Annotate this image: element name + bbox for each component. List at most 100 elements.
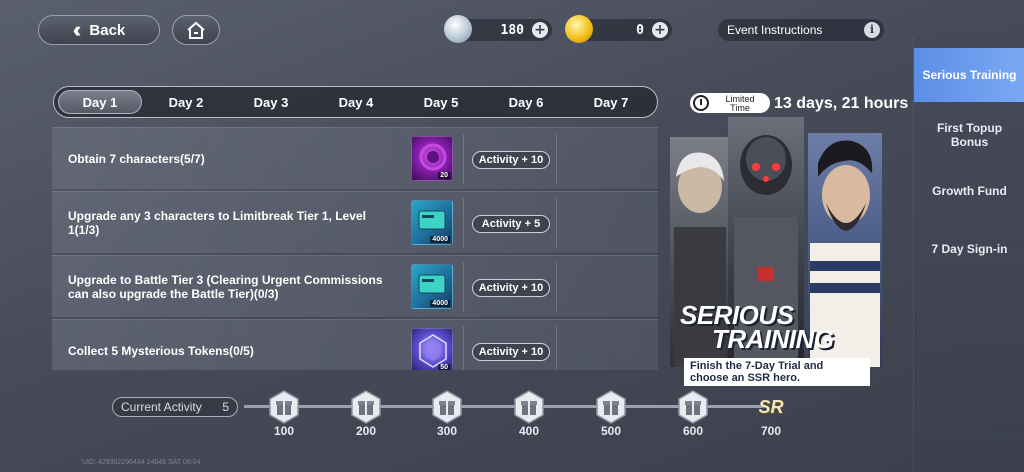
banner-description: Finish the 7-Day Trial and choose an SSR… xyxy=(684,358,870,386)
clock-icon xyxy=(693,95,709,111)
milestone-gift-100[interactable] xyxy=(268,390,300,424)
purple-orb-icon[interactable]: 20 xyxy=(411,136,453,181)
milestone-label: 200 xyxy=(355,424,377,438)
item-quantity: 50 xyxy=(438,364,450,370)
activity-reward: Activity + 10 xyxy=(472,343,550,361)
tab-label: Day 3 xyxy=(253,94,289,110)
current-activity: Current Activity 5 xyxy=(112,397,238,417)
tab-day-6[interactable]: Day 6 xyxy=(484,90,568,114)
sidebar-item-label: First Topup Bonus xyxy=(936,121,1003,149)
current-activity-value: 5 xyxy=(222,400,229,414)
tab-label: Day 7 xyxy=(593,94,629,110)
milestone-gift-600[interactable] xyxy=(677,390,709,424)
back-arrow-icon: ‹‹ xyxy=(72,17,81,42)
home-button[interactable] xyxy=(172,15,220,45)
tab-day-2[interactable]: Day 2 xyxy=(144,90,228,114)
milestone-gift-500[interactable] xyxy=(595,390,627,424)
activity-reward: Activity + 10 xyxy=(472,279,550,297)
milestone-label: 400 xyxy=(518,424,540,438)
event-sidebar: Serious Training First Topup Bonus Growt… xyxy=(913,36,1024,472)
task-row: Upgrade any 3 characters to Limitbreak T… xyxy=(52,191,658,253)
gold-amount: 0 xyxy=(636,22,644,38)
tab-day-5[interactable]: Day 5 xyxy=(399,90,483,114)
divider xyxy=(463,134,464,184)
tab-label: Day 6 xyxy=(508,94,544,110)
ticket-card-icon[interactable]: 4000 xyxy=(411,264,453,309)
task-list[interactable]: Obtain 7 characters(5/7) 20 Activity + 1… xyxy=(52,127,658,370)
event-instructions-button[interactable]: Event Instructions i xyxy=(718,19,884,41)
sidebar-item-7-day-sign-in[interactable]: 7 Day Sign-in xyxy=(914,234,1024,264)
ticket-card-icon[interactable]: 4000 xyxy=(411,200,453,245)
tab-day-1[interactable]: Day 1 xyxy=(58,90,142,114)
task-description: Collect 5 Mysterious Tokens(0/5) xyxy=(68,343,254,358)
sidebar-item-growth-fund[interactable]: Growth Fund xyxy=(914,176,1024,206)
activity-reward: Activity + 5 xyxy=(472,215,550,233)
task-description: Upgrade to Battle Tier 3 (Clearing Urgen… xyxy=(68,272,383,301)
divider xyxy=(463,326,464,370)
divider xyxy=(556,198,557,248)
banner-title-line2: TRAINING xyxy=(712,324,834,354)
tab-label: Day 5 xyxy=(423,94,459,110)
tab-label: Day 2 xyxy=(168,94,204,110)
task-description: Upgrade any 3 characters to Limitbreak T… xyxy=(68,208,366,237)
time-remaining: 13 days, 21 hours xyxy=(774,95,909,112)
day-tabs: Day 1 Day 2 Day 3 Day 4 Day 5 Day 6 Day … xyxy=(53,86,658,118)
gift-icon xyxy=(596,390,626,424)
gift-icon xyxy=(678,390,708,424)
mysterious-cube-icon[interactable]: 50 xyxy=(411,328,453,370)
current-activity-label: Current Activity xyxy=(121,400,202,414)
divider xyxy=(556,326,557,370)
tab-label: Day 4 xyxy=(338,94,374,110)
milestone-label: 300 xyxy=(436,424,458,438)
silver-coin-icon xyxy=(444,15,472,43)
sidebar-item-label: Growth Fund xyxy=(932,184,1007,198)
tab-label: Day 1 xyxy=(82,94,118,110)
task-row: Collect 5 Mysterious Tokens(0/5) 50 Acti… xyxy=(52,319,658,370)
milestone-gift-400[interactable] xyxy=(513,390,545,424)
milestone-final-reward[interactable]: SR xyxy=(755,390,787,424)
task-row: Upgrade to Battle Tier 3 (Clearing Urgen… xyxy=(52,255,658,317)
activity-reward: Activity + 10 xyxy=(472,151,550,169)
item-quantity: 4000 xyxy=(430,300,450,307)
final-reward-label: SR xyxy=(758,396,784,417)
task-description: Obtain 7 characters(5/7) xyxy=(68,151,205,166)
home-icon xyxy=(187,21,205,39)
milestone-label: 500 xyxy=(600,424,622,438)
divider xyxy=(556,134,557,184)
milestone-label: 100 xyxy=(273,424,295,438)
milestone-gift-300[interactable] xyxy=(431,390,463,424)
divider xyxy=(556,262,557,312)
tab-day-3[interactable]: Day 3 xyxy=(229,90,313,114)
milestone-label: 700 xyxy=(760,424,782,438)
sidebar-item-first-topup-bonus[interactable]: First Topup Bonus xyxy=(914,116,1024,154)
item-quantity: 20 xyxy=(438,172,450,179)
limited-time-label: Limited Time xyxy=(725,94,755,113)
uid-footer: UID: 429302296434 24646 SAT 08:04 xyxy=(82,459,201,466)
divider xyxy=(463,198,464,248)
gift-icon xyxy=(432,390,462,424)
gift-icon xyxy=(351,390,381,424)
event-instructions-label: Event Instructions xyxy=(727,23,823,37)
sidebar-item-serious-training[interactable]: Serious Training xyxy=(914,48,1024,102)
add-silver-button[interactable]: + xyxy=(532,22,548,38)
milestone-gift-200[interactable] xyxy=(350,390,382,424)
silver-amount: 180 xyxy=(500,22,524,38)
task-row: Obtain 7 characters(5/7) 20 Activity + 1… xyxy=(52,127,658,189)
banner-title: SERIOUS TRAINING xyxy=(676,302,866,354)
back-button[interactable]: ‹‹ Back xyxy=(38,15,160,45)
gift-icon xyxy=(514,390,544,424)
milestone-label: 600 xyxy=(682,424,704,438)
gold-coin-icon xyxy=(565,15,593,43)
sidebar-item-label: Serious Training xyxy=(922,68,1017,82)
sr-badge-icon: SR xyxy=(755,390,787,424)
item-quantity: 4000 xyxy=(430,236,450,243)
back-label: Back xyxy=(89,21,126,39)
info-icon: i xyxy=(864,22,880,38)
sidebar-item-label: 7 Day Sign-in xyxy=(931,242,1008,256)
add-gold-button[interactable]: + xyxy=(652,22,668,38)
tab-day-7[interactable]: Day 7 xyxy=(569,90,653,114)
divider xyxy=(463,262,464,312)
limited-time-badge: Limited Time xyxy=(690,93,770,113)
tab-day-4[interactable]: Day 4 xyxy=(314,90,398,114)
gift-icon xyxy=(269,390,299,424)
